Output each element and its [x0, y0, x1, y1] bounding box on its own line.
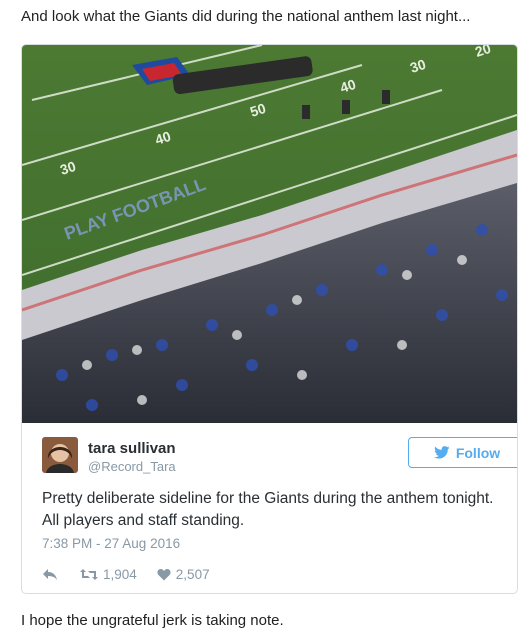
- reply-action[interactable]: [42, 568, 58, 581]
- post-caption-bottom: I hope the ungrateful jerk is taking not…: [21, 612, 284, 629]
- twitter-bird-icon: [433, 446, 450, 459]
- retweet-icon: [80, 569, 98, 580]
- tweet-text: Pretty deliberate sideline for the Giant…: [42, 490, 494, 529]
- tweet-actions: 1,904 2,507: [42, 567, 210, 582]
- retweet-count: 1,904: [103, 567, 137, 582]
- author-handle[interactable]: @Record_Tara: [88, 459, 176, 474]
- stadium-photo: PLAY FOOTBALL 30 40 50 40 30 20: [22, 45, 517, 423]
- follow-button[interactable]: Follow: [408, 437, 517, 468]
- reply-icon: [43, 569, 57, 580]
- avatar-image: [42, 437, 78, 473]
- heart-icon: [157, 569, 171, 581]
- follow-label: Follow: [455, 444, 501, 461]
- embedded-tweet-card[interactable]: PLAY FOOTBALL 30 40 50 40 30 20 tara sul…: [21, 44, 518, 594]
- author-name[interactable]: tara sullivan: [88, 440, 176, 457]
- post-caption-top: And look what the Giants did during the …: [21, 8, 471, 25]
- like-count: 2,507: [175, 567, 210, 582]
- retweet-action[interactable]: 1,904: [80, 567, 137, 582]
- like-action[interactable]: 2,507: [157, 567, 210, 582]
- tweet-timestamp[interactable]: 7:38 PM - 27 Aug 2016: [42, 536, 180, 551]
- author-avatar[interactable]: [42, 437, 78, 473]
